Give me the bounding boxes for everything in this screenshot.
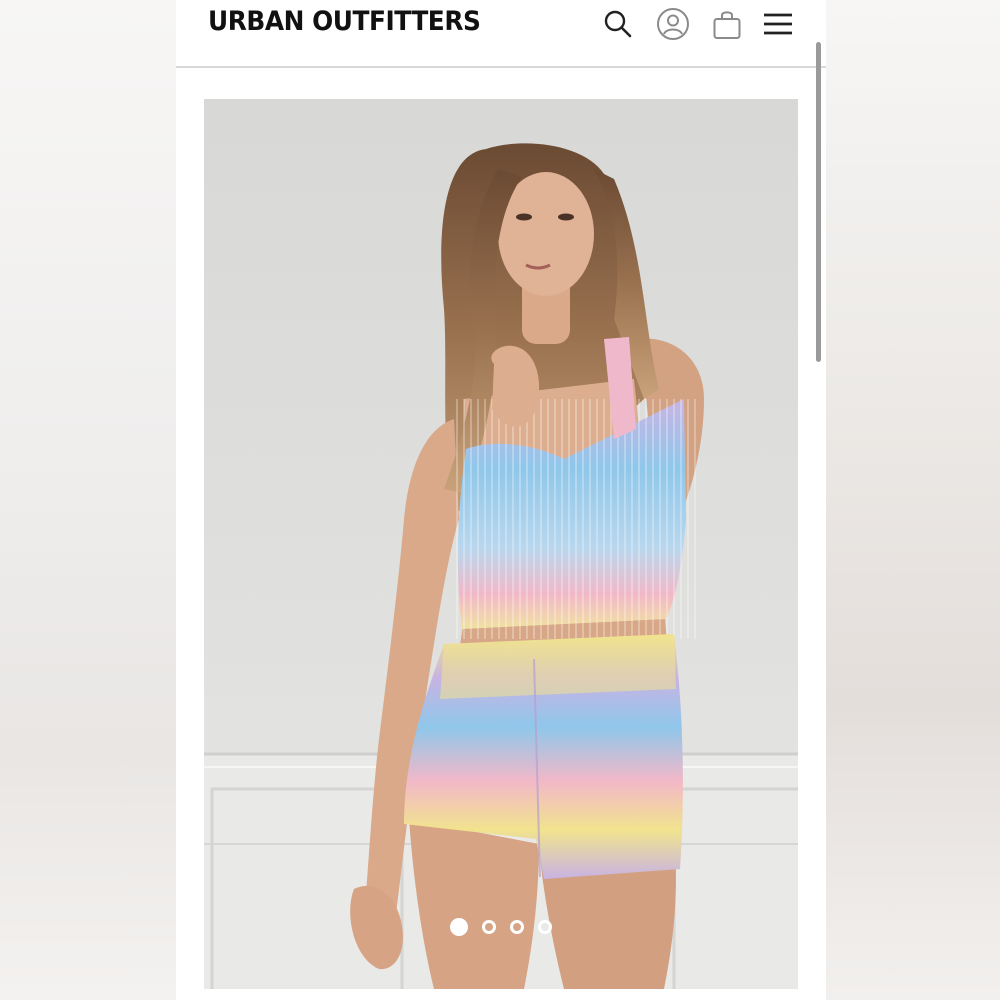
hamburger-menu-icon[interactable] — [760, 6, 796, 42]
account-icon[interactable] — [655, 6, 691, 42]
carousel-dot-1[interactable] — [450, 918, 468, 936]
background-blur-right — [826, 0, 1000, 1000]
carousel-dots — [204, 918, 798, 936]
search-icon[interactable] — [600, 6, 636, 42]
carousel-dot-3[interactable] — [510, 920, 524, 934]
product-photo-illustration — [204, 99, 798, 989]
brand-logo[interactable]: URBAN OUTFITTERS — [208, 6, 481, 37]
site-header: URBAN OUTFITTERS — [176, 0, 826, 68]
page-scrollbar[interactable] — [816, 42, 821, 362]
product-image[interactable] — [204, 99, 798, 989]
carousel-dot-2[interactable] — [482, 920, 496, 934]
carousel-dot-4[interactable] — [538, 920, 552, 934]
mobile-page: URBAN OUTFITTERS — [176, 0, 826, 1000]
background-blur-left — [0, 0, 176, 1000]
shopping-bag-icon[interactable] — [709, 6, 745, 42]
